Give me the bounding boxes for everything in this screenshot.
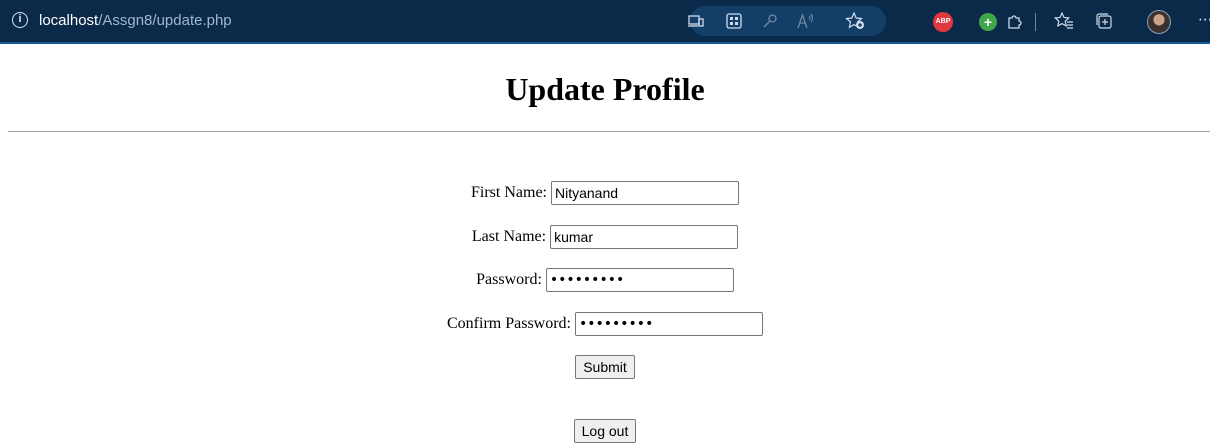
logout-button[interactable]: Log out [573,419,637,443]
collections-icon[interactable] [1093,10,1115,32]
password-row: Password: [0,268,1210,293]
address-bar-border [0,42,1210,44]
toolbar-separator [1035,13,1036,31]
url-path: /Assgn8/update.php [98,12,232,29]
first-name-label: First Name: [471,184,547,202]
add-favorite-icon[interactable] [844,10,866,32]
last-name-input[interactable] [550,225,739,250]
first-name-input[interactable] [551,181,739,206]
first-name-row: First Name: [0,181,1210,206]
read-aloud-icon[interactable] [795,10,817,32]
horizontal-rule [8,131,1210,132]
submit-row: Submit [0,355,1210,380]
adblock-extension-icon[interactable]: ABP [933,12,953,32]
url-host: localhost [39,12,99,29]
logout-row: Log out [0,419,1210,444]
profile-avatar[interactable] [1147,10,1171,34]
last-name-row: Last Name: [0,225,1210,250]
browser-address-bar: i localhost/Assgn8/update.php ABP + ··· [0,0,1210,44]
confirm-password-label: Confirm Password: [447,315,571,333]
page-title: Update Profile [505,71,705,107]
submit-button[interactable]: Submit [575,355,635,379]
password-label: Password: [476,271,542,289]
info-icon[interactable]: i [12,12,28,28]
last-name-label: Last Name: [471,228,547,246]
confirm-password-input[interactable] [575,312,763,337]
more-icon[interactable]: ··· [1198,11,1210,29]
password-input[interactable] [545,268,734,293]
extensions-icon[interactable] [1004,10,1026,32]
url-field[interactable]: localhost/Assgn8/update.php [39,12,232,30]
plus-extension-icon[interactable]: + [979,13,997,31]
key-icon[interactable] [759,10,781,32]
favorites-icon[interactable] [1053,10,1075,32]
apps-icon[interactable] [723,10,745,32]
confirm-password-row: Confirm Password: [0,312,1210,337]
device-icon[interactable] [685,10,707,32]
